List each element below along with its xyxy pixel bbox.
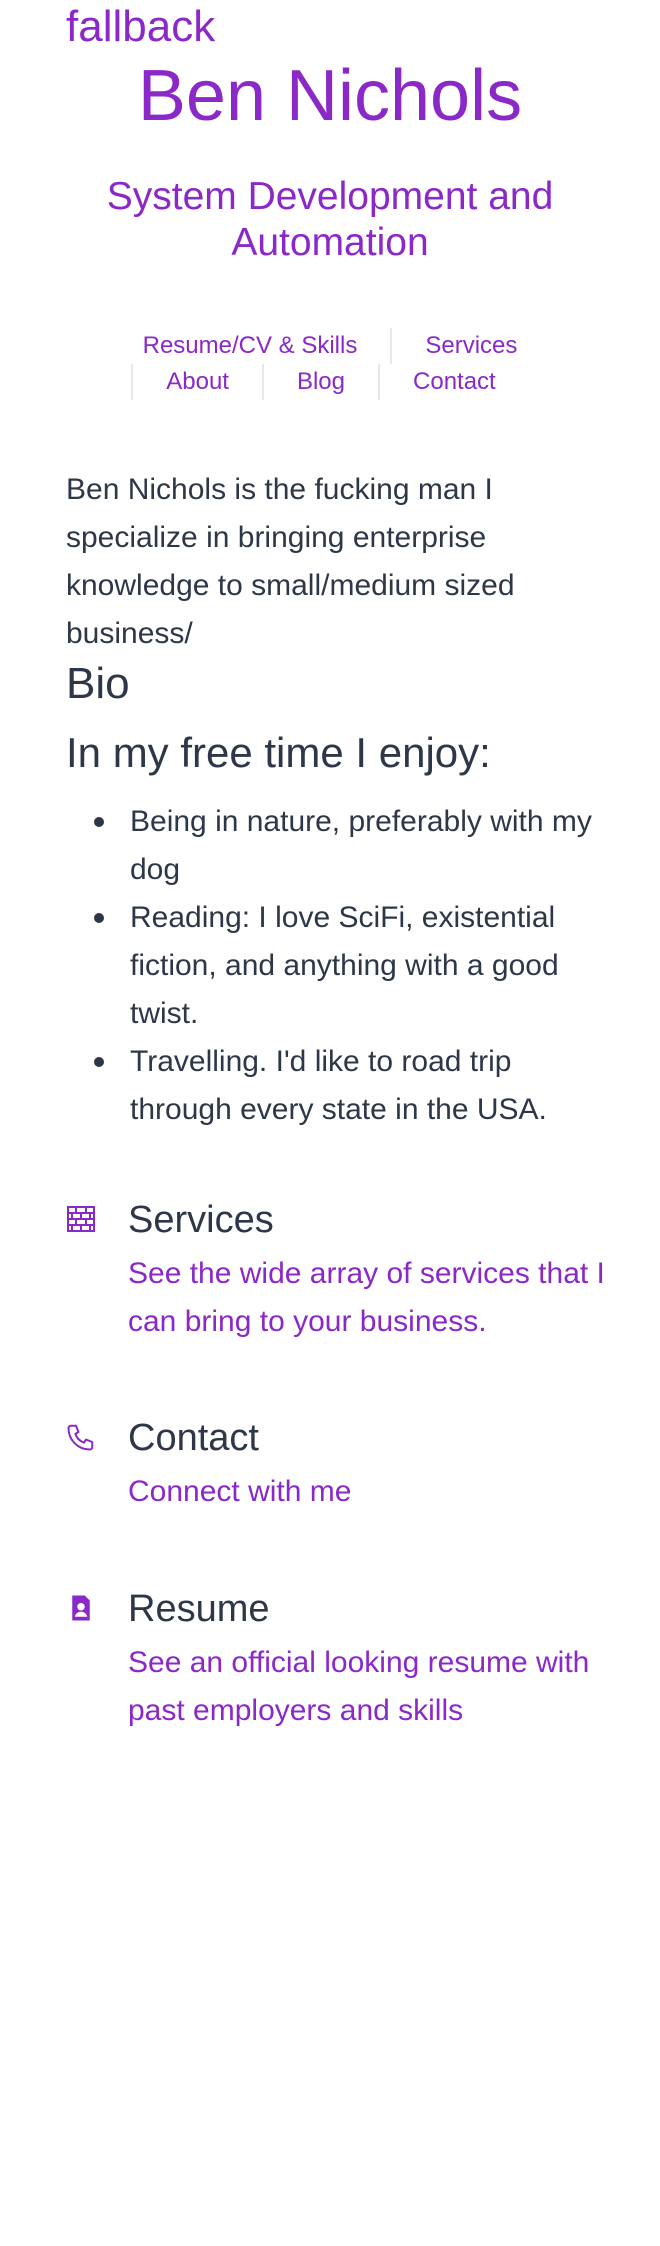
bullet-icon — [94, 913, 104, 923]
feature-link-resume[interactable]: See an official looking resume with past… — [128, 1639, 608, 1735]
intro-paragraph: Ben Nichols is the fucking man I special… — [66, 473, 515, 650]
free-time-list: Being in nature, preferably with my dog … — [66, 798, 606, 1134]
nav-link-services[interactable]: Services — [392, 328, 550, 364]
nav-link-about[interactable]: About — [133, 364, 262, 400]
list-item: Reading: I love SciFi, existential ficti… — [66, 894, 606, 1038]
nav-link-blog[interactable]: Blog — [264, 364, 378, 400]
bio-heading: Bio — [66, 659, 130, 708]
free-time-heading: In my free time I enjoy: — [66, 729, 491, 776]
list-item: Being in nature, preferably with my dog — [66, 798, 606, 894]
site-title[interactable]: Ben Nichols — [0, 56, 660, 136]
list-item-text: Being in nature, preferably with my dog — [130, 805, 592, 886]
bullet-icon — [94, 1057, 104, 1067]
list-item-text: Travelling. I'd like to road trip throug… — [130, 1045, 547, 1126]
resume-profile-icon — [66, 1593, 96, 1623]
nav-link-resume[interactable]: Resume/CV & Skills — [110, 328, 391, 364]
phone-icon — [66, 1422, 96, 1452]
fallback-text: fallback — [66, 2, 216, 51]
brick-wall-icon — [66, 1204, 96, 1234]
nav-link-contact[interactable]: Contact — [380, 364, 529, 400]
site-tagline: System Development and Automation — [106, 175, 554, 264]
feature-title: Contact — [128, 1417, 259, 1459]
nav-row-2: About Blog Contact — [0, 364, 660, 400]
feature-link-contact[interactable]: Connect with me — [128, 1468, 608, 1516]
nav-row-1: Resume/CV & Skills Services — [0, 328, 660, 364]
page: fallback Ben Nichols System Development … — [0, 0, 660, 2246]
feature-link-services[interactable]: See the wide array of services that I ca… — [128, 1250, 608, 1346]
feature-title: Services — [128, 1199, 274, 1241]
list-item-text: Reading: I love SciFi, existential ficti… — [130, 901, 559, 1030]
bullet-icon — [94, 817, 104, 827]
feature-title: Resume — [128, 1588, 270, 1630]
list-item: Travelling. I'd like to road trip throug… — [66, 1038, 606, 1134]
